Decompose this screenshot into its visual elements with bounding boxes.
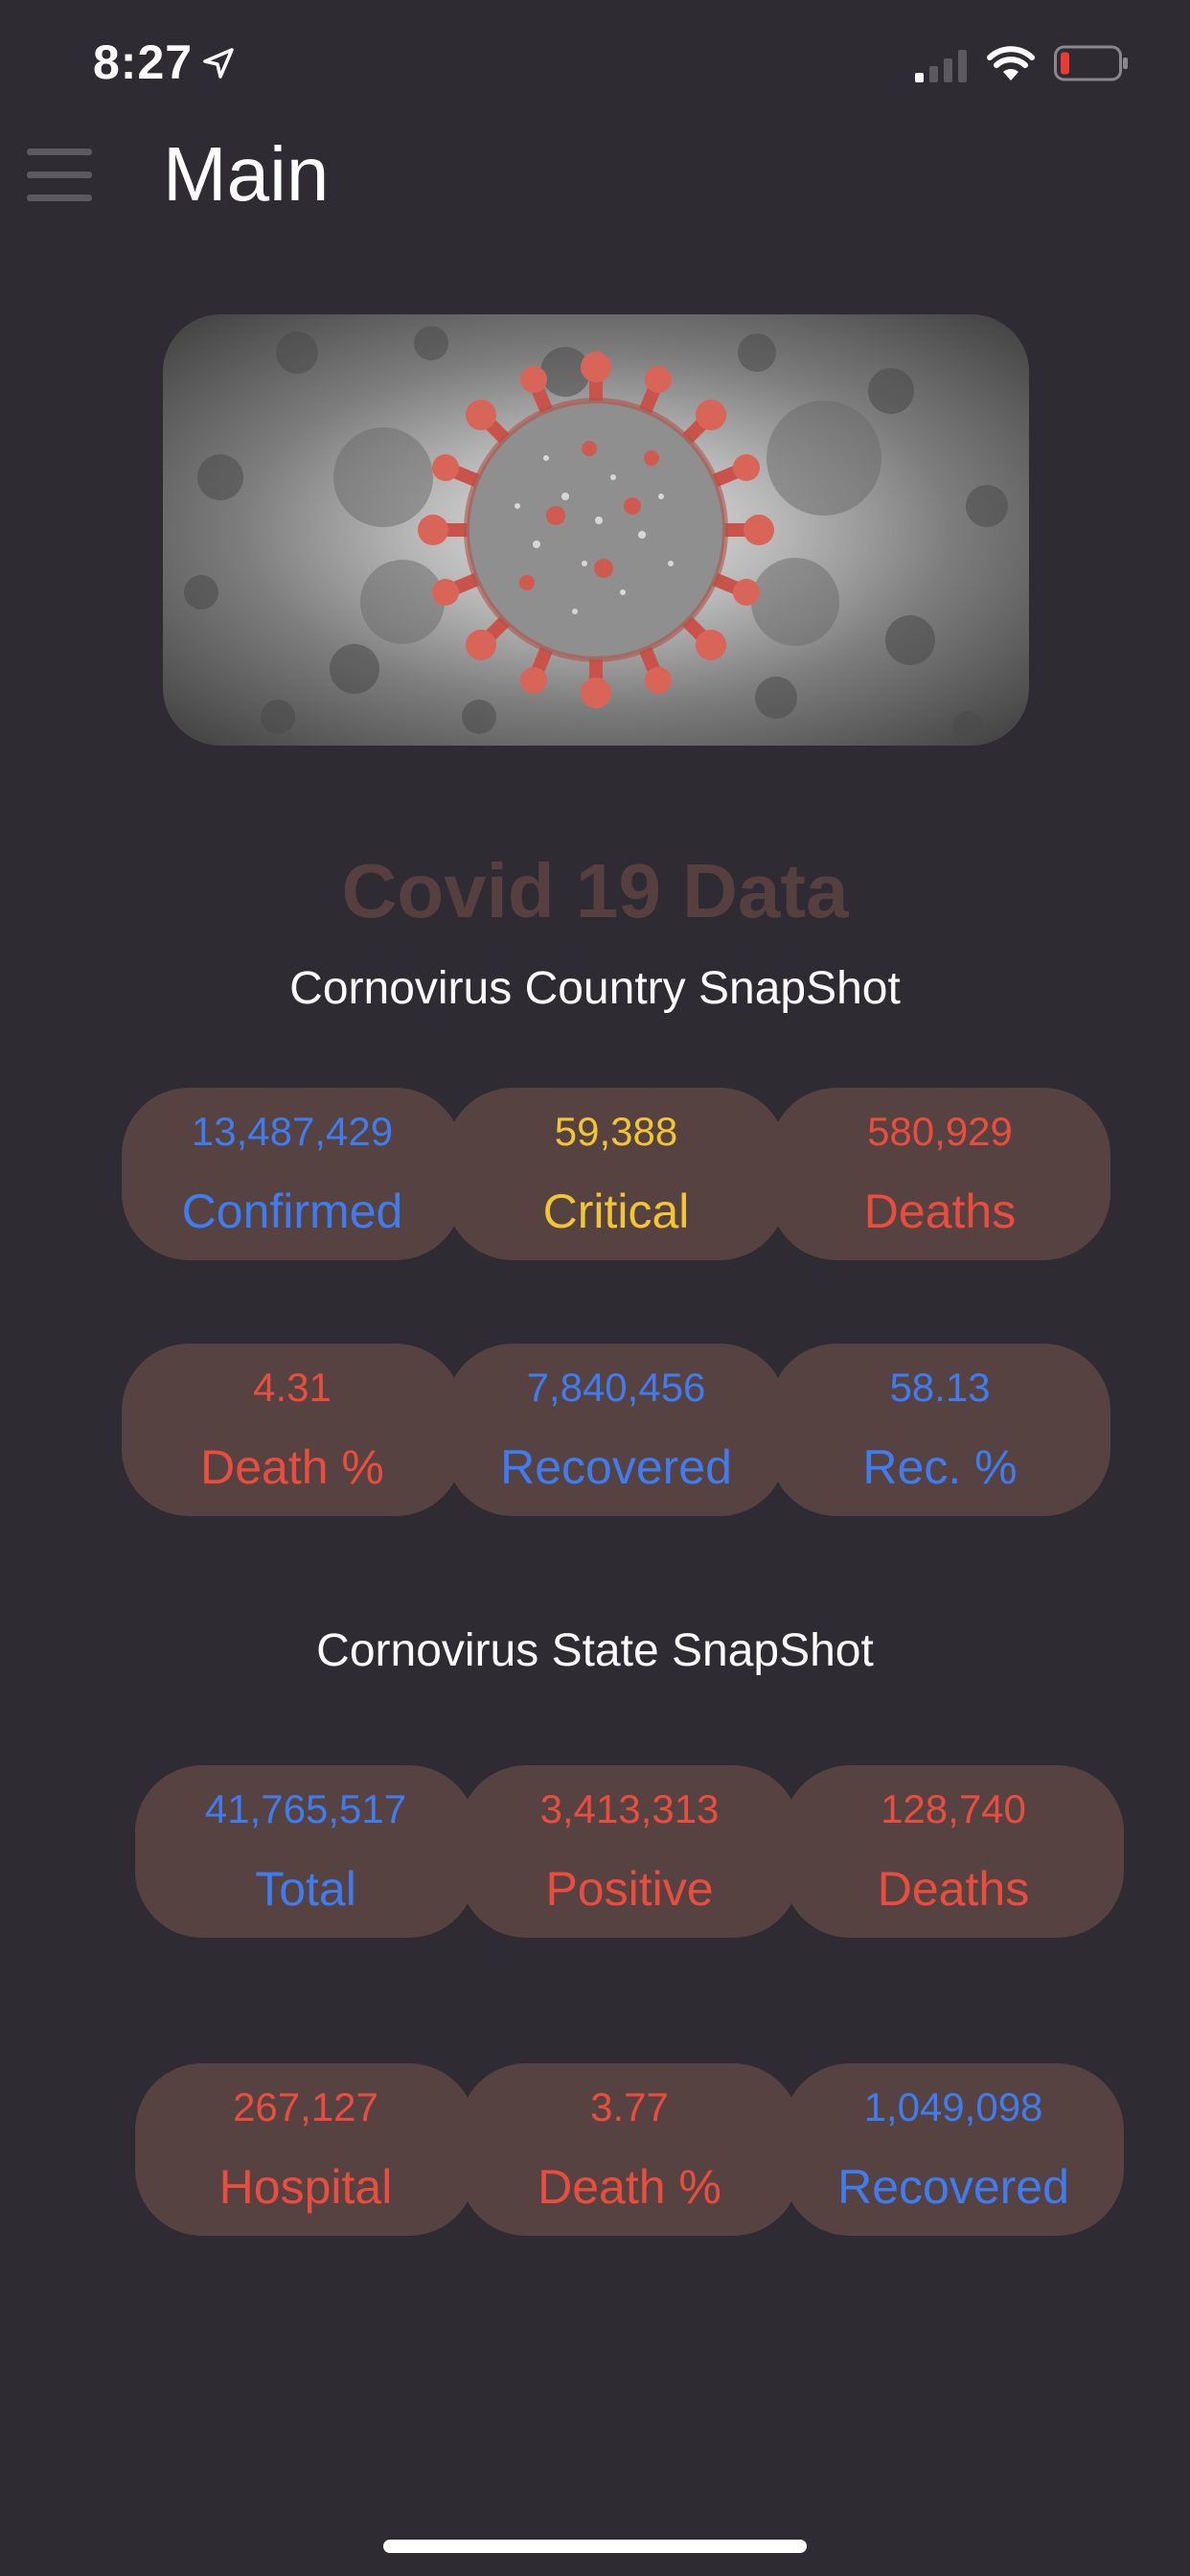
country-recovered-card: 7,840,456 Recovered [446,1344,787,1516]
critical-value: 59,388 [554,1109,678,1154]
country-snapshot-title: Cornovirus Country SnapShot [289,963,901,1014]
country-deaths-value: 580,929 [867,1109,1013,1154]
page-title: Main [163,131,330,217]
state-death-pct-label: Death % [538,2160,721,2214]
state-deaths-value: 128,740 [881,1786,1026,1831]
state-death-pct-value: 3.77 [590,2084,669,2129]
state-snapshot-title: Cornovirus State SnapShot [316,1625,874,1676]
critical-label: Critical [542,1184,690,1238]
status-bar: 8:27 [0,0,1190,134]
positive-label: Positive [545,1862,714,1916]
hospital-label: Hospital [218,2160,393,2214]
country-deaths-card: 580,929 Deaths [769,1088,1110,1260]
hamburger-menu-icon[interactable] [27,149,92,206]
positive-value: 3,413,313 [539,1786,720,1831]
total-label: Total [255,1862,356,1916]
country-death-pct-card: 4.31 Death % [122,1344,463,1516]
critical-card: 59,388 Critical [446,1088,787,1260]
rec-pct-label: Rec. % [862,1440,1018,1494]
wifi-icon [987,46,1035,80]
state-death-pct-card: 3.77 Death % [459,2063,800,2236]
country-death-pct-label: Death % [200,1440,384,1494]
state-deaths-card: 128,740 Deaths [783,1765,1124,1938]
confirmed-label: Confirmed [181,1184,403,1238]
confirmed-card: 13,487,429 Confirmed [122,1088,463,1260]
state-recovered-label: Recovered [837,2160,1069,2214]
main-screen: 8:27 Main Covid 19 Data Cornovirus Count… [0,0,1190,2576]
state-deaths-label: Deaths [877,1862,1030,1916]
total-card: 41,765,517 Total [135,1765,476,1938]
country-death-pct-value: 4.31 [253,1365,332,1410]
state-recovered-card: 1,049,098 Recovered [783,2063,1124,2236]
hospital-value: 267,127 [233,2084,378,2129]
confirmed-value: 13,487,429 [191,1109,394,1154]
location-arrow-icon [203,48,234,79]
battery-low-icon [1054,45,1128,81]
country-deaths-label: Deaths [863,1184,1017,1238]
country-recovered-label: Recovered [500,1440,732,1494]
home-indicator[interactable] [383,2540,807,2553]
positive-card: 3,413,313 Positive [459,1765,800,1938]
hospital-card: 267,127 Hospital [135,2063,476,2236]
country-recovered-value: 7,840,456 [526,1365,706,1410]
status-time: 8:27 [93,35,194,89]
rec-pct-value: 58.13 [889,1365,991,1410]
state-recovered-value: 1,049,098 [863,2084,1043,2129]
total-value: 41,765,517 [204,1786,407,1831]
cellular-signal-icon [915,50,967,82]
covid-data-title: Covid 19 Data [341,848,849,933]
rec-pct-card: 58.13 Rec. % [769,1344,1110,1516]
coronavirus-image [163,314,1029,746]
